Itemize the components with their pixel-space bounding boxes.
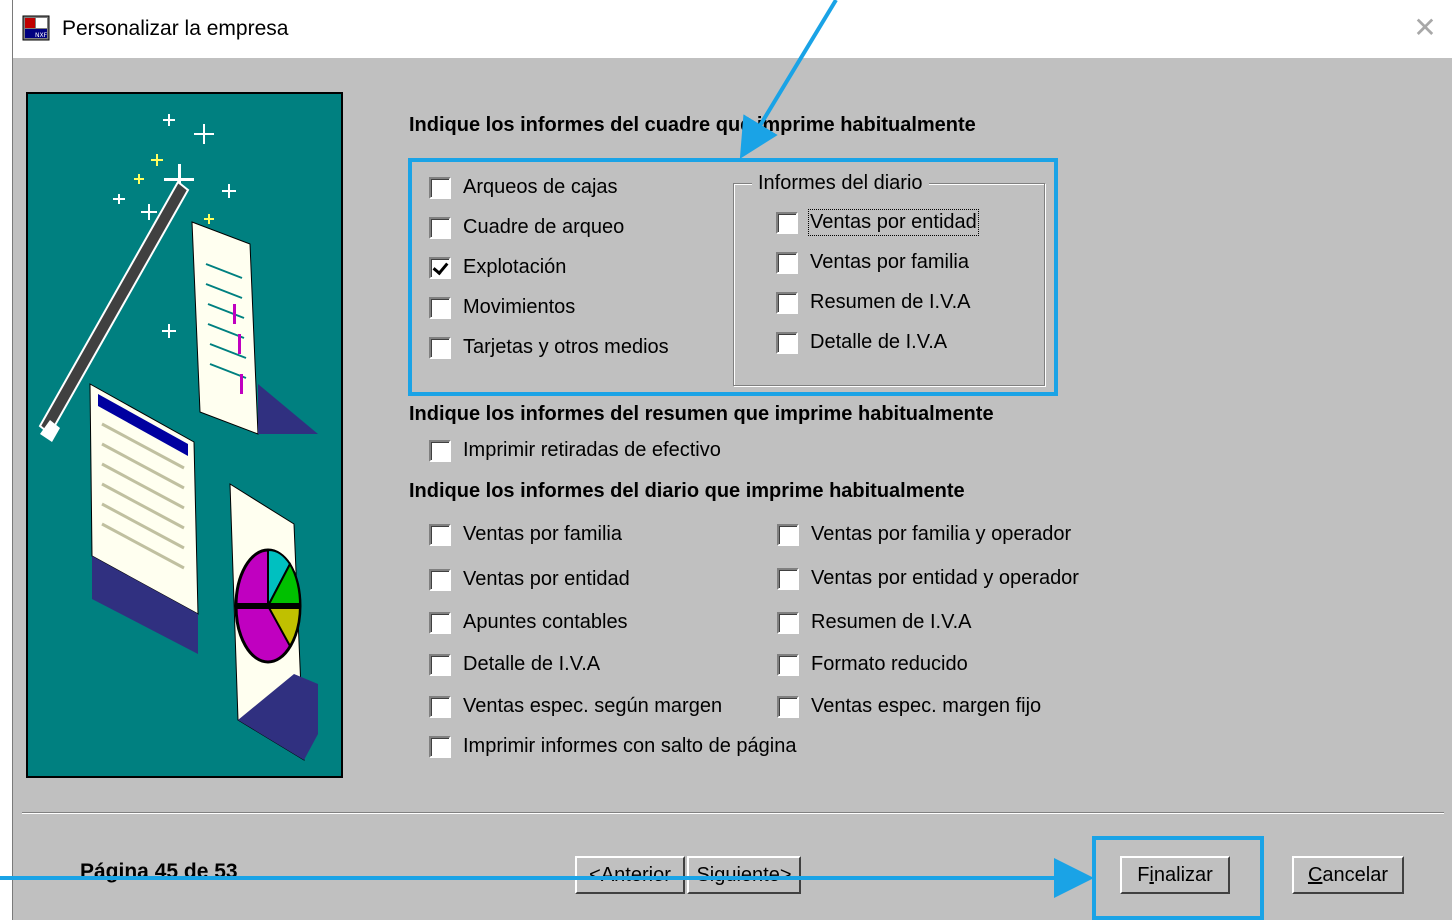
annotation-arrows [0, 0, 1094, 898]
annotation-arrow-down [739, 0, 838, 159]
